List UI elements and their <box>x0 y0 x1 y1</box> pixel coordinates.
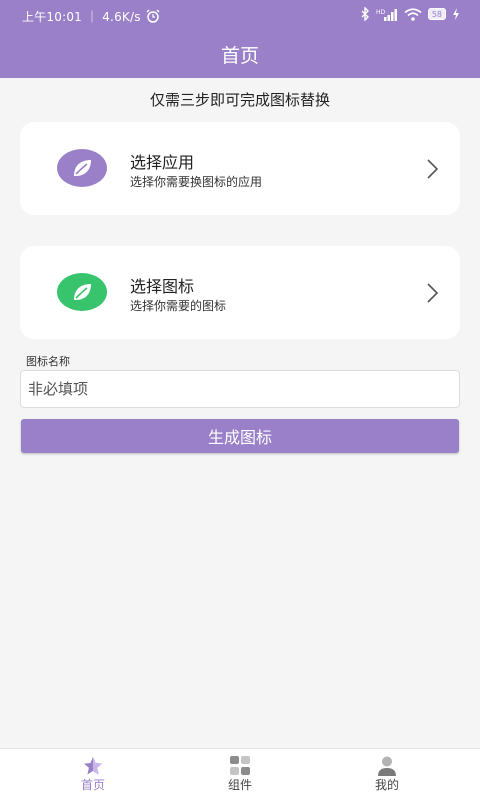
signal-icon: HD <box>376 8 397 21</box>
card-title: 选择图标 <box>130 277 195 296</box>
alarm-icon <box>146 9 160 23</box>
status-bar: 上午10:01 ｜ 4.6K/s HD 58 <box>0 0 480 32</box>
select-icon-card[interactable]: 选择图标 选择你需要的图标 <box>20 246 460 339</box>
leaf-icon <box>57 273 107 311</box>
tab-label: 首页 <box>80 778 105 792</box>
tab-mine[interactable]: 我的 <box>307 749 467 800</box>
wifi-icon <box>404 7 422 21</box>
generate-icon-button[interactable]: 生成图标 <box>21 419 459 453</box>
battery-indicator: 58 <box>427 8 446 20</box>
app-header: 上午10:01 ｜ 4.6K/s HD 58 首页 <box>0 0 480 78</box>
card-title: 选择应用 <box>130 153 195 172</box>
status-clock: 上午10:01 <box>22 10 82 24</box>
select-app-card[interactable]: 选择应用 选择你需要换图标的应用 <box>20 122 460 215</box>
page-title: 首页 <box>220 45 259 67</box>
instructions-text: 仅需三步即可完成图标替换 <box>149 91 330 109</box>
status-separator: ｜ <box>86 10 99 24</box>
svg-text:HD: HD <box>376 9 386 16</box>
chevron-right-icon <box>427 159 439 179</box>
card-subtitle: 选择你需要的图标 <box>130 299 227 313</box>
charging-icon <box>453 8 459 20</box>
icon-name-label: 图标名称 <box>26 355 70 368</box>
bluetooth-icon <box>361 7 369 21</box>
grid-icon <box>230 756 250 775</box>
status-time: 上午10:01 ｜ 4.6K/s <box>22 8 161 25</box>
chevron-right-icon <box>427 283 439 303</box>
card-subtitle: 选择你需要换图标的应用 <box>130 175 263 189</box>
battery-level: 58 <box>431 9 442 19</box>
tab-home[interactable]: 首页 <box>13 749 173 800</box>
bottom-tab-bar: 首页 组件 我的 <box>0 748 480 800</box>
tab-label: 我的 <box>374 778 399 792</box>
tab-label: 组件 <box>227 778 252 792</box>
status-speed: 4.6K/s <box>102 10 141 24</box>
leaf-icon <box>57 149 107 187</box>
status-icons: HD 58 <box>361 7 460 21</box>
star-icon <box>84 757 102 775</box>
icon-name-input[interactable] <box>20 370 460 408</box>
tab-components[interactable]: 组件 <box>160 749 320 800</box>
user-icon <box>378 756 396 776</box>
